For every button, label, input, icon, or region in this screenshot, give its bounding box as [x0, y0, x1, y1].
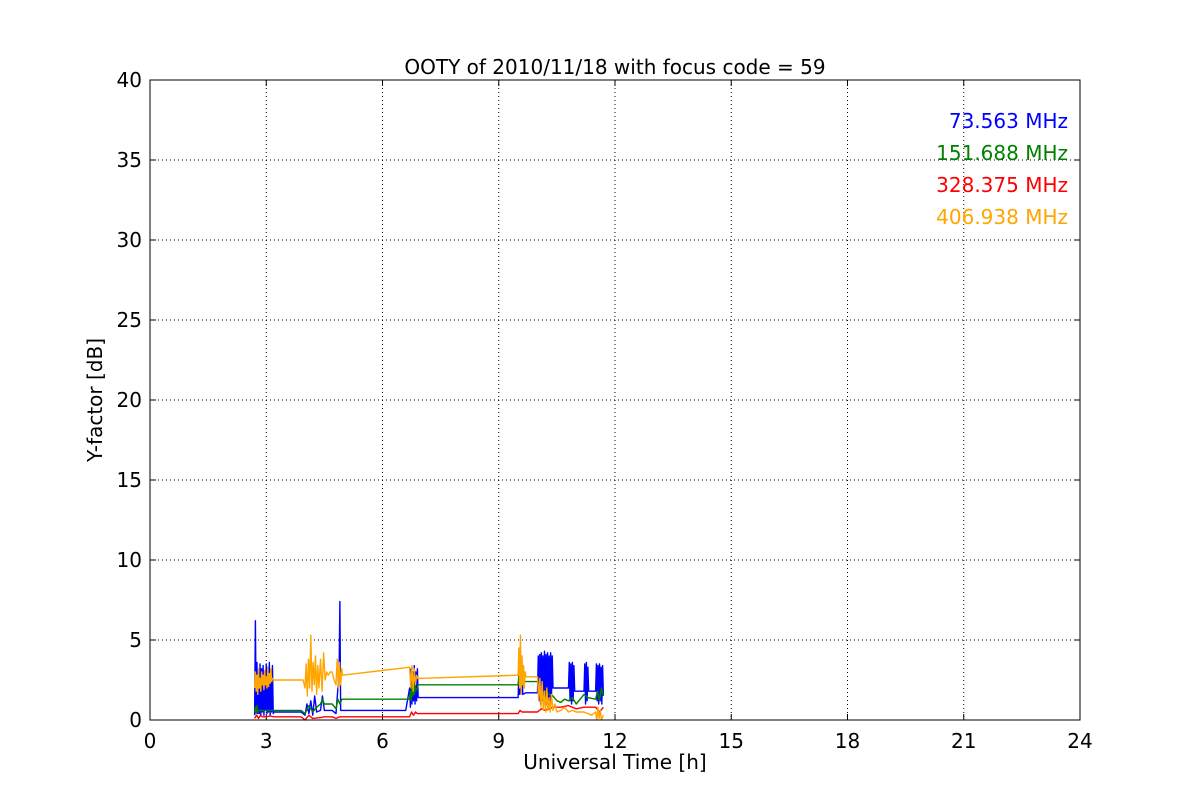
legend-entry-3: 406.938 MHz — [936, 205, 1068, 229]
legend-entry-2: 328.375 MHz — [936, 173, 1068, 197]
x-tick-label: 3 — [260, 729, 273, 753]
x-tick-label: 18 — [835, 729, 860, 753]
y-tick-label: 40 — [117, 68, 142, 92]
y-tick-label: 0 — [129, 708, 142, 732]
chart-svg: 0 3 6 9 12 15 18 21 240510152025303540 OOTY of 2… — [0, 0, 1200, 800]
legend-entry-0: 73.563 MHz — [949, 109, 1068, 133]
y-tick-label: 35 — [117, 148, 142, 172]
x-axis-label: Universal Time [h] — [523, 750, 706, 774]
x-tick-label: 9 — [492, 729, 505, 753]
y-axis-label: Y-factor [dB] — [83, 338, 107, 463]
x-tick-label: 15 — [719, 729, 744, 753]
legend-entry-1: 151.688 MHz — [936, 141, 1068, 165]
chart-title: OOTY of 2010/11/18 with focus code = 59 — [404, 55, 825, 79]
y-tick-label: 15 — [117, 468, 142, 492]
y-tick-label: 30 — [117, 228, 142, 252]
x-tick-label: 21 — [951, 729, 976, 753]
x-tick-label: 6 — [376, 729, 389, 753]
x-tick-label: 0 — [144, 729, 157, 753]
y-tick-label: 10 — [117, 548, 142, 572]
x-tick-label: 24 — [1067, 729, 1092, 753]
y-tick-label: 5 — [129, 628, 142, 652]
y-tick-label: 20 — [117, 388, 142, 412]
y-tick-label: 25 — [117, 308, 142, 332]
